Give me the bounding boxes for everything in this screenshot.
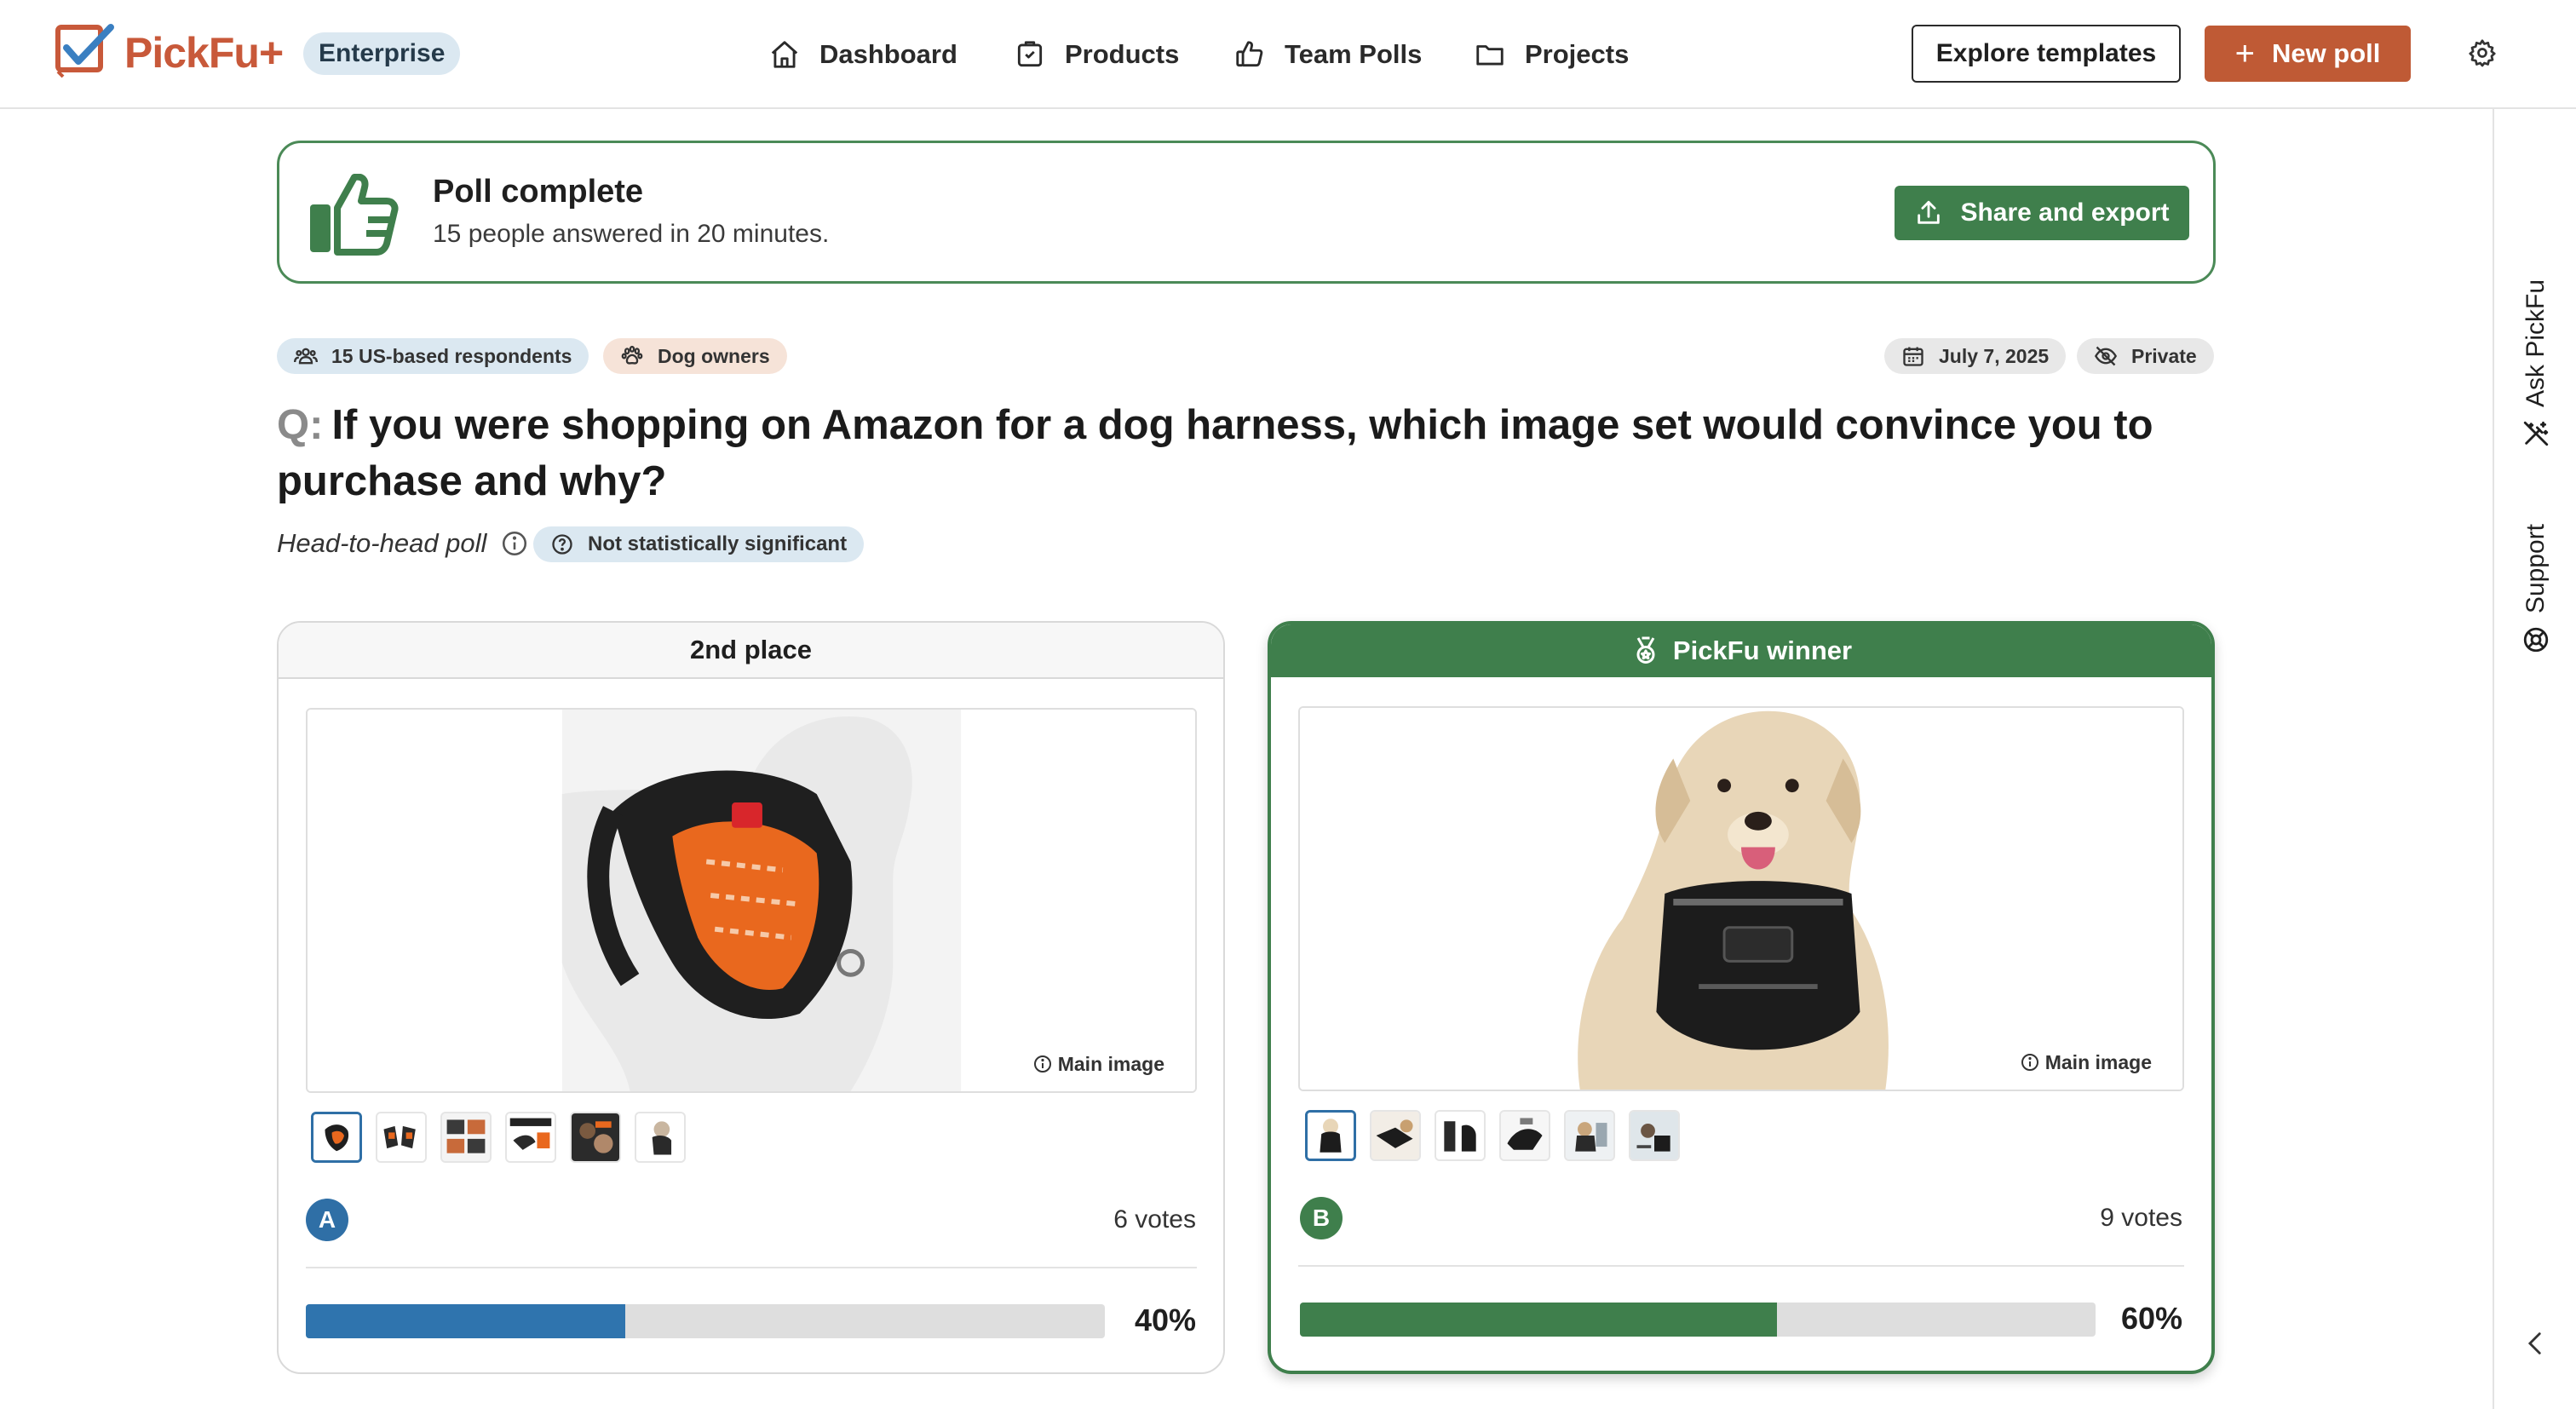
thumbnail-image[interactable]	[440, 1112, 492, 1163]
divider	[306, 1267, 1197, 1268]
thumbnail-strip-a	[311, 1112, 686, 1166]
result-bar-fill	[306, 1304, 626, 1338]
plan-badge: Enterprise	[303, 32, 461, 75]
new-poll-button[interactable]: + New poll	[2205, 26, 2411, 82]
thumbs-up-icon	[1236, 41, 1263, 67]
audience-chip: Dog owners	[603, 338, 787, 374]
thumbnail-strip-b	[1305, 1110, 1680, 1165]
checkbox-logo-icon	[55, 24, 114, 78]
winner-label: PickFu winner	[1672, 635, 1853, 665]
date-chip: July 7, 2025	[1884, 338, 2067, 374]
harness-mannequin-image	[308, 710, 1195, 1091]
thumbnail-image[interactable]	[1564, 1110, 1615, 1161]
calendar-icon	[1903, 347, 1923, 366]
poll-date: July 7, 2025	[1939, 344, 2050, 367]
vote-count: 6 votes	[1113, 1205, 1196, 1234]
poll-question: Q: If you were shopping on Amazon for a d…	[277, 397, 2228, 509]
ask-pickfu-label: Ask PickFu	[2521, 279, 2550, 407]
thumbnail-image[interactable]	[570, 1112, 621, 1163]
lifebuoy-icon	[2523, 627, 2549, 653]
main-image-a[interactable]: Main image	[306, 708, 1197, 1093]
thumbnail-image[interactable]	[1305, 1110, 1356, 1161]
thumbnail-image[interactable]	[376, 1112, 427, 1163]
thumbnail-image[interactable]	[1629, 1110, 1680, 1161]
support-label: Support	[2521, 523, 2550, 613]
thumbnail-image[interactable]	[635, 1112, 686, 1163]
share-and-export-label: Share and export	[1960, 198, 2170, 227]
banner-subtitle: 15 people answered in 20 minutes.	[433, 220, 830, 248]
option-letter-badge: B	[1300, 1197, 1343, 1239]
thumbnail-image[interactable]	[1435, 1110, 1486, 1161]
option-letter-badge: A	[306, 1199, 348, 1241]
result-bar-fill	[1300, 1303, 1778, 1337]
place-label: 2nd place	[690, 635, 812, 664]
visibility-chip: Private	[2077, 338, 2214, 374]
question-prefix: Q:	[277, 402, 324, 448]
nav-products-label: Products	[1065, 39, 1180, 69]
thumbs-up-icon	[310, 174, 399, 256]
audience-text: Dog owners	[658, 344, 770, 367]
users-icon	[294, 348, 318, 365]
thumbnail-image[interactable]	[1499, 1110, 1550, 1161]
banner-title: Poll complete	[433, 174, 644, 210]
question-circle-icon	[552, 534, 572, 555]
nav-dashboard[interactable]: Dashboard	[768, 31, 957, 78]
top-navigation: PickFu+ Enterprise Dashboard Products Te…	[0, 0, 2576, 109]
chevron-left-icon[interactable]	[2521, 1329, 2550, 1358]
nav-projects[interactable]: Projects	[1474, 31, 1629, 78]
result-bar-track	[306, 1304, 1105, 1338]
medal-icon	[1636, 636, 1655, 664]
home-icon	[771, 41, 798, 68]
thumbnail-image[interactable]	[1370, 1110, 1421, 1161]
folder-icon	[1476, 45, 1504, 66]
support-tab[interactable]: Support	[2494, 399, 2576, 654]
new-poll-label: New poll	[2271, 38, 2381, 68]
logo-wordmark: PickFu+	[124, 29, 284, 77]
result-bar-track	[1300, 1303, 2096, 1337]
product-tag-icon	[1017, 41, 1043, 67]
nav-projects-label: Projects	[1525, 39, 1630, 69]
pickfu-logo[interactable]: PickFu+	[55, 22, 284, 83]
vote-count: 9 votes	[2100, 1204, 2182, 1232]
share-and-export-button[interactable]: Share and export	[1895, 186, 2189, 240]
question-text: If you were shopping on Amazon for a dog…	[277, 402, 2153, 504]
explore-templates-button[interactable]: Explore templates	[1912, 25, 2181, 83]
info-icon	[2021, 1054, 2038, 1071]
main-image-b[interactable]: Main image	[1298, 706, 2184, 1091]
respondents-chip: 15 US-based respondents	[277, 338, 589, 374]
result-percent: 40%	[1134, 1303, 1196, 1337]
paw-icon	[621, 345, 643, 365]
poll-type-label: Head-to-head poll	[277, 528, 487, 558]
plus-icon: +	[2234, 35, 2255, 72]
right-rail: Ask PickFu Support	[2493, 109, 2576, 1409]
info-icon	[1033, 1055, 1051, 1073]
gear-icon[interactable]	[2467, 37, 2498, 68]
nav-products[interactable]: Products	[1014, 31, 1179, 78]
thumbnail-image[interactable]	[311, 1112, 362, 1163]
nav-dashboard-label: Dashboard	[819, 39, 957, 69]
thumbnail-image[interactable]	[505, 1112, 556, 1163]
result-percent: 60%	[2120, 1301, 2182, 1336]
card-header: 2nd place	[279, 623, 1223, 679]
main-image-tag: Main image	[1020, 1047, 1176, 1081]
option-card-a[interactable]: 2nd place Main image A 6 votes 40%	[277, 621, 1225, 1374]
main-image-label: Main image	[1057, 1052, 1164, 1075]
poll-type: Head-to-head poll	[277, 528, 529, 559]
nav-team-polls[interactable]: Team Polls	[1233, 31, 1422, 78]
main-image-label: Main image	[2044, 1050, 2152, 1073]
significance-chip[interactable]: Not statistically significant	[533, 526, 865, 562]
eye-off-icon	[2094, 346, 2118, 366]
respondents-text: 15 US-based respondents	[331, 344, 572, 367]
divider	[1298, 1265, 2184, 1267]
nav-team-polls-label: Team Polls	[1285, 39, 1423, 69]
main-image-tag: Main image	[2007, 1045, 2164, 1079]
significance-text: Not statistically significant	[588, 532, 848, 555]
card-header-winner: PickFu winner	[1271, 624, 2211, 677]
labrador-harness-image	[1300, 708, 2182, 1090]
visibility-text: Private	[2131, 344, 2197, 367]
upload-icon	[1918, 200, 1941, 224]
poll-complete-banner: Poll complete 15 people answered in 20 m…	[277, 141, 2216, 284]
option-card-b[interactable]: PickFu winner Main image B 9 votes 60%	[1268, 621, 2215, 1374]
info-icon[interactable]	[500, 529, 529, 558]
